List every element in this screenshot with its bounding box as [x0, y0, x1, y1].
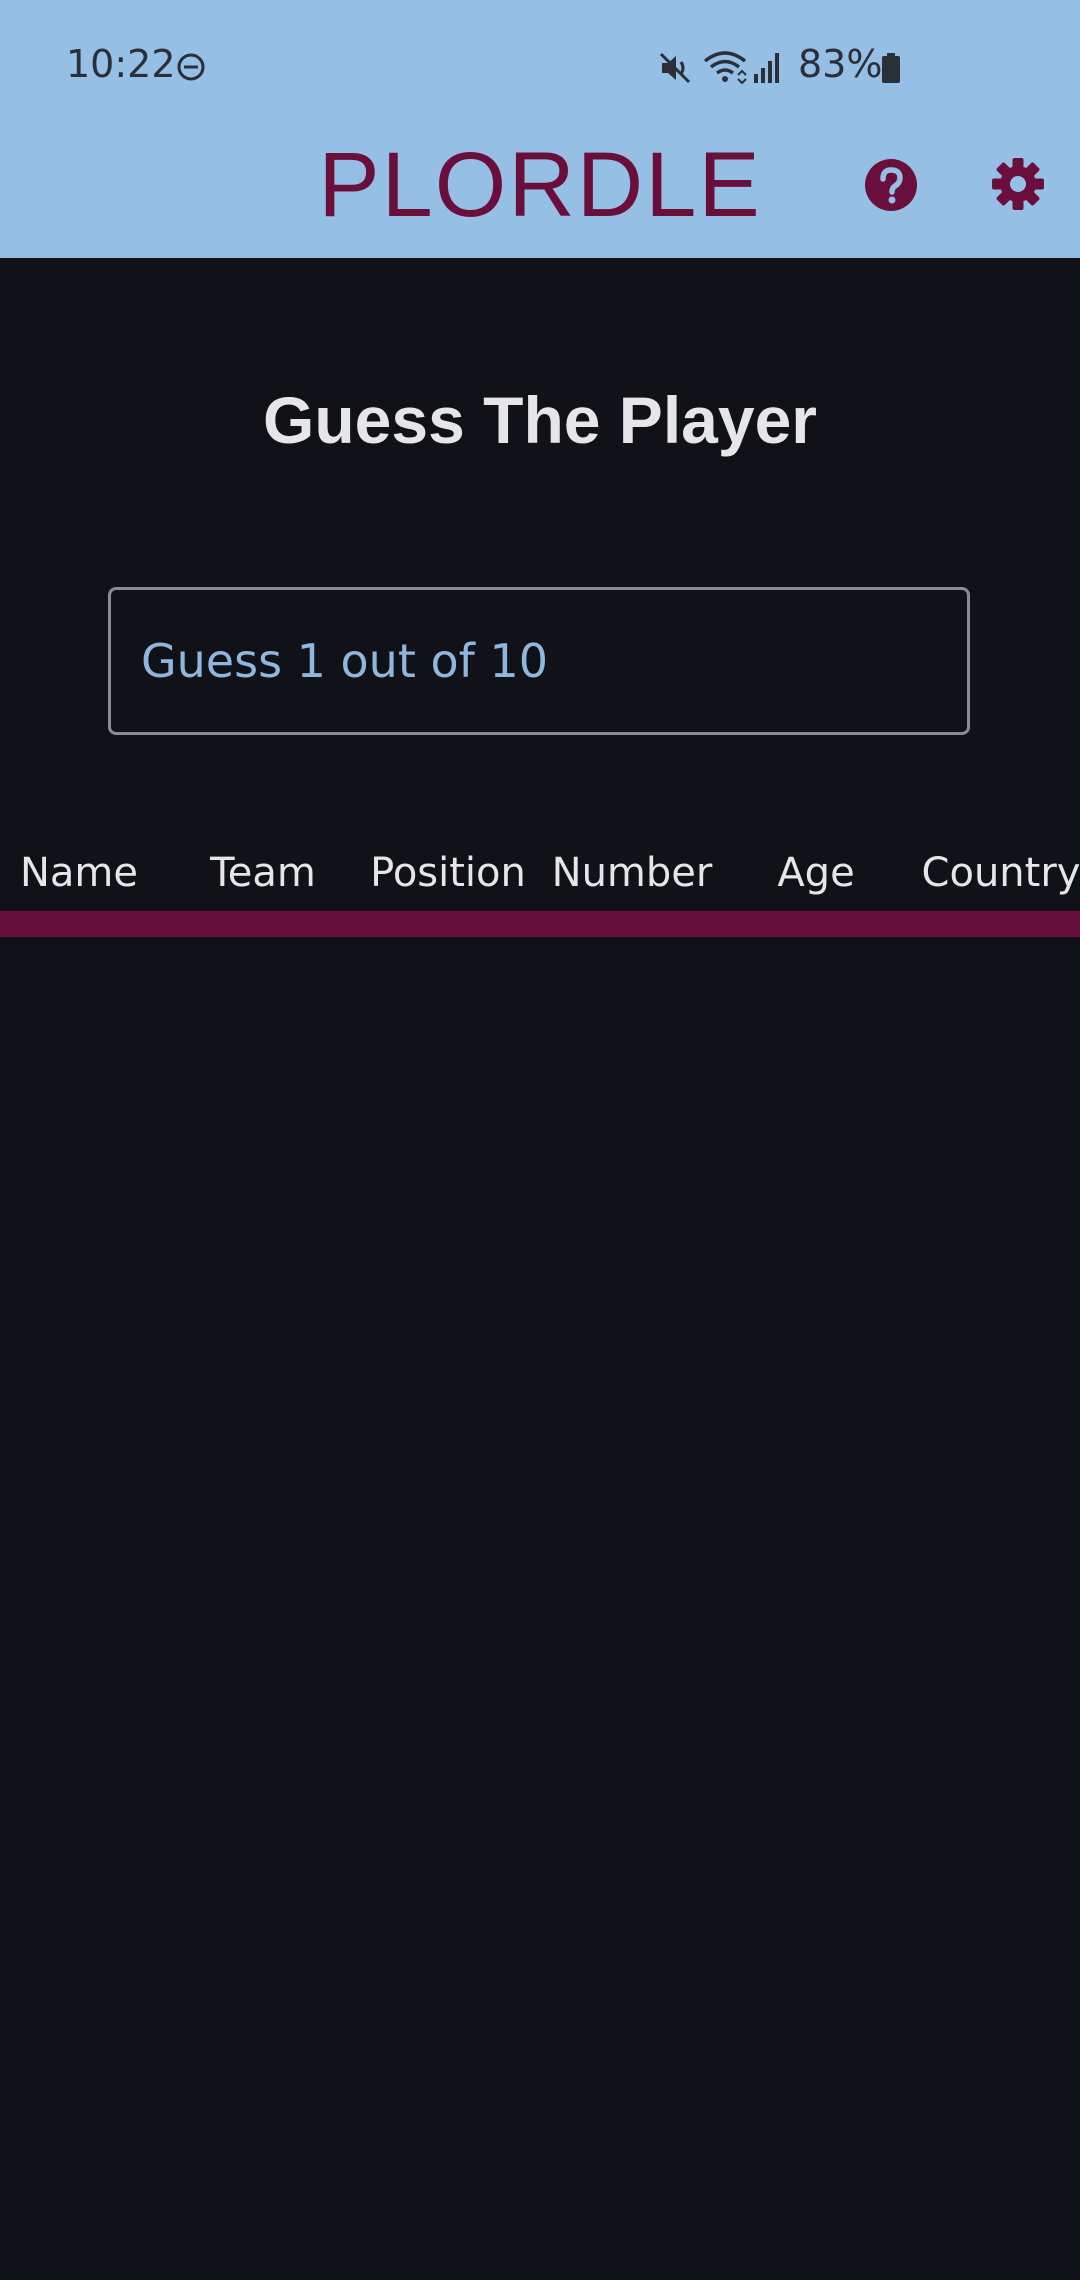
- battery-icon: [882, 53, 900, 83]
- table-header: Name Team Position Number Age Country: [0, 850, 1080, 912]
- app-header: 10:22 83% PLORDLE: [0, 0, 1080, 258]
- app-title: PLORDLE: [318, 134, 762, 236]
- gear-icon[interactable]: [991, 157, 1045, 211]
- table-header-divider: [0, 911, 1080, 937]
- mute-icon: [659, 52, 691, 84]
- status-time: 10:22: [66, 42, 176, 86]
- battery-percent: 83%: [798, 42, 883, 86]
- column-header-age: Age: [777, 850, 855, 896]
- guess-input[interactable]: [108, 587, 970, 735]
- column-header-number: Number: [551, 850, 713, 896]
- column-header-position: Position: [370, 850, 526, 896]
- column-header-team: Team: [210, 850, 316, 896]
- column-header-name: Name: [19, 850, 138, 896]
- signal-icon: [754, 53, 779, 83]
- app-root: 10:22 83% PLORDLE Guess The Player Guess…: [0, 0, 1080, 2280]
- wifi-icon: [703, 51, 747, 85]
- page-heading: Guess The Player: [263, 383, 817, 457]
- column-header-country: Country: [921, 850, 1080, 896]
- status-bar: 10:22 83%: [0, 0, 1080, 130]
- help-icon[interactable]: [864, 158, 918, 212]
- do-not-disturb-icon: [177, 53, 205, 81]
